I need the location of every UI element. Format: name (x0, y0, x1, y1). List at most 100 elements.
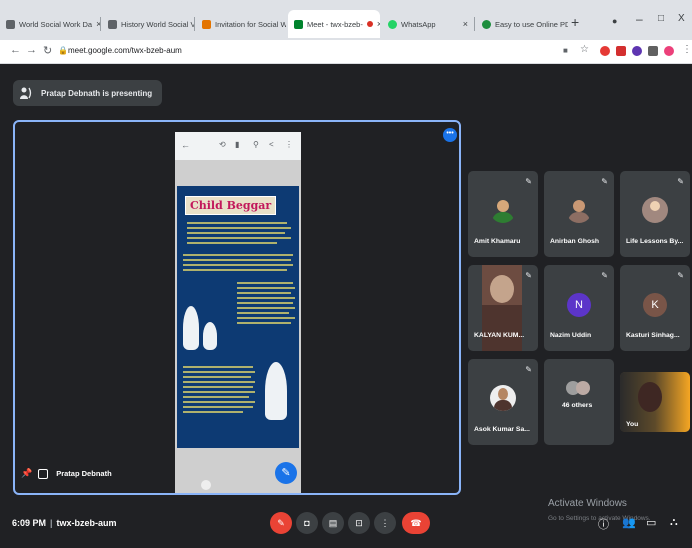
tab-search-icon[interactable]: ● (612, 16, 617, 26)
participant-name: 46 others (562, 402, 593, 409)
tool-icon: ⟲ (219, 140, 226, 149)
captions-button[interactable]: ▤ (322, 512, 344, 534)
close-icon[interactable]: × (92, 19, 100, 29)
browser-tab-bar: World Social Work Da × History World Soc… (0, 0, 692, 40)
avatar (566, 197, 592, 223)
meeting-info: 6:09 PM | twx-bzeb-aum (12, 518, 117, 528)
tab-pdf-tool[interactable]: Easy to use Online PD × (476, 10, 568, 38)
close-window-button[interactable]: X (678, 13, 685, 24)
whatsapp-icon (388, 19, 397, 29)
presenter-label: 📌 Pratap Debnath (21, 468, 112, 479)
mic-off-icon: ✎ (601, 177, 608, 186)
mic-off-icon: ✎ (677, 177, 684, 186)
maximize-button[interactable]: □ (658, 13, 664, 24)
self-view-tile[interactable]: You (620, 372, 690, 432)
search-icon: ⚲ (253, 140, 259, 149)
participant-tile[interactable]: ✎ Asok Kumar Sa... (468, 359, 538, 445)
meeting-code: twx-bzeb-aum (56, 518, 117, 528)
close-icon[interactable]: × (459, 19, 468, 29)
camera-icon[interactable]: ■ (563, 46, 568, 55)
profile-avatar[interactable] (664, 46, 674, 56)
participant-tile[interactable]: ✎ KALYAN KUM... (468, 265, 538, 351)
lock-icon: 🔒 (58, 46, 68, 55)
tab-label: Meet - twx-bzeb- (307, 19, 363, 29)
chat-icon[interactable]: ▭ (646, 516, 656, 529)
mic-toggle-button[interactable]: ✎ (270, 512, 292, 534)
pdf-extension-icon[interactable] (616, 46, 626, 56)
participant-tile[interactable]: ✎ K Kasturi Sinhag... (620, 265, 690, 351)
people-icon[interactable]: 👥 (622, 516, 636, 529)
mic-off-icon: ✎ (525, 177, 532, 186)
new-tab-button[interactable]: + (571, 14, 579, 30)
share-icon: < (269, 140, 274, 149)
tab-label: World Social Work Da (19, 19, 93, 29)
activate-windows-watermark: Activate Windows (548, 498, 627, 509)
participant-tile-others[interactable]: 46 others (544, 359, 614, 445)
presenting-banner: Pratap Debnath is presenting (13, 80, 163, 106)
document-icon: ▮ (235, 140, 240, 149)
page-icon (202, 19, 211, 29)
participant-name: Nazim Uddin (550, 332, 592, 339)
presentation-stage[interactable]: ← ⟲ ▮ ⚲ < ⋮ Child Beggar ✎ ••• 📌 Pratap … (13, 120, 461, 495)
clock-time: 6:09 PM (12, 518, 47, 528)
person-presenting-icon (20, 87, 32, 99)
document-page: Child Beggar (177, 186, 299, 448)
participant-name: Kasturi Sinhag... (626, 332, 680, 339)
opera-extension-icon[interactable] (600, 46, 610, 56)
avatar (576, 381, 590, 395)
reload-icon[interactable]: ↻ (43, 44, 52, 57)
more-menu-icon[interactable]: ⋮ (682, 44, 692, 55)
minimize-icon (201, 480, 211, 490)
tab-whatsapp[interactable]: WhatsApp × (382, 10, 474, 38)
bookmark-star-icon[interactable]: ☆ (580, 44, 589, 55)
participant-tile[interactable]: ✎ Life Lessons By... (620, 171, 690, 257)
tab-label: History World Social V (121, 19, 194, 29)
tab-world-social-work[interactable]: World Social Work Da × (0, 10, 100, 38)
close-icon[interactable]: × (373, 19, 380, 29)
page-icon (108, 19, 117, 29)
page-icon (482, 19, 491, 29)
avatar (642, 197, 668, 223)
presenter-name: Pratap Debnath (56, 469, 112, 478)
shared-screen: ← ⟲ ▮ ⚲ < ⋮ Child Beggar ✎ (175, 132, 301, 493)
present-screen-icon (38, 468, 49, 479)
puzzle-icon[interactable] (648, 46, 658, 56)
address-bar: ← → ↻ 🔒 meet.google.com/twx-bzeb-aum ■ ☆… (0, 40, 692, 64)
more-options-button[interactable]: ••• (443, 128, 457, 142)
tab-invitation[interactable]: Invitation for Social W × (196, 10, 286, 38)
participant-tile[interactable]: ✎ N Nazim Uddin (544, 265, 614, 351)
tab-history-world-social[interactable]: History World Social V × (102, 10, 194, 38)
meeting-details-icon[interactable]: ⓘ (598, 516, 609, 532)
pin-icon[interactable]: 📌 (21, 468, 32, 479)
participant-tile[interactable]: ✎ Amit Khamaru (468, 171, 538, 257)
camera-toggle-button[interactable]: ◘ (296, 512, 318, 534)
beggar-illustration (265, 362, 287, 420)
document-title: Child Beggar (185, 196, 277, 215)
forward-icon[interactable]: → (26, 44, 37, 56)
participant-name: Life Lessons By... (626, 238, 684, 245)
beggar-illustration (183, 306, 199, 350)
tab-label: WhatsApp (401, 19, 436, 29)
participant-name: Asok Kumar Sa... (474, 426, 530, 433)
end-call-button[interactable]: ☎ (402, 512, 430, 534)
mic-off-icon: ✎ (677, 271, 684, 280)
participant-name: You (626, 421, 639, 428)
presenting-text: Pratap Debnath is presenting (41, 88, 153, 98)
present-now-button[interactable]: ⊡ (348, 512, 370, 534)
extension-icon[interactable] (632, 46, 642, 56)
tab-meet[interactable]: Meet - twx-bzeb- × (288, 10, 380, 38)
mic-off-icon: ✎ (525, 365, 532, 374)
back-icon[interactable]: ← (10, 44, 21, 56)
activities-icon[interactable]: ⛬ (670, 516, 678, 529)
minimize-button[interactable]: – (636, 12, 643, 26)
participant-name: Anirban Ghosh (550, 238, 600, 245)
page-icon (6, 19, 15, 29)
participant-name: KALYAN KUM... (474, 332, 525, 339)
more-options-button[interactable]: ⋮ (374, 512, 396, 534)
participant-tile[interactable]: ✎ Anirban Ghosh (544, 171, 614, 257)
url-field[interactable]: meet.google.com/twx-bzeb-aum (68, 46, 182, 55)
back-arrow-icon: ← (181, 140, 190, 150)
avatar: K (643, 293, 667, 317)
pdf-toolbar: ← ⟲ ▮ ⚲ < ⋮ (175, 132, 301, 160)
participant-name: Amit Khamaru (474, 238, 521, 245)
